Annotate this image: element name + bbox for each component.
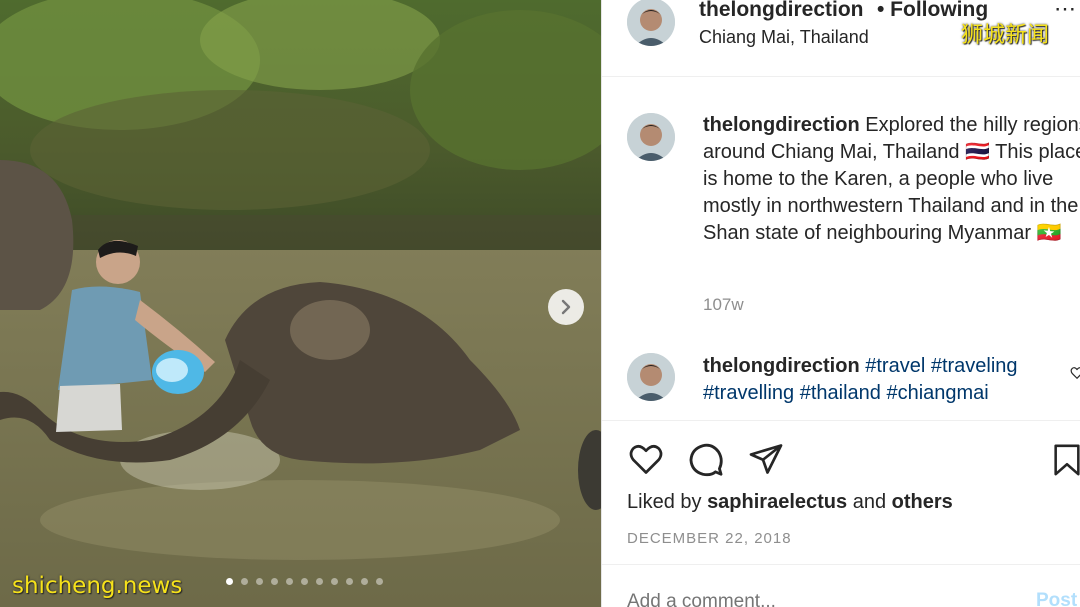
watermark-left: shicheng.news (12, 573, 183, 599)
carousel-dot (241, 578, 248, 585)
post-button[interactable]: Post (1036, 590, 1077, 607)
post-date[interactable]: DECEMBER 22, 2018 (627, 530, 792, 547)
carousel-dot (286, 578, 293, 585)
chevron-right-icon (558, 299, 574, 315)
carousel-dot (376, 578, 383, 585)
avatar[interactable] (627, 353, 675, 401)
carousel-dot (271, 578, 278, 585)
likes-prefix: Liked by (627, 491, 702, 513)
header-username[interactable]: thelongdirection (699, 0, 864, 22)
paper-plane-icon[interactable] (747, 441, 785, 482)
likes-others-link[interactable]: others (892, 491, 953, 513)
comment-text-block: thelongdirection #travel #traveling #tra… (703, 353, 1080, 407)
caption-text-block: thelongdirection Explored the hilly regi… (703, 112, 1080, 247)
carousel-dot (361, 578, 368, 585)
carousel-indicator (226, 578, 383, 585)
avatar[interactable] (627, 0, 675, 46)
comment-icon[interactable] (687, 441, 725, 484)
ellipsis-icon[interactable]: ⋯ (1054, 0, 1076, 22)
heart-icon[interactable] (1070, 366, 1080, 385)
likes-user-link[interactable]: saphiraelectus (707, 491, 847, 513)
carousel-dot (226, 578, 233, 585)
heart-icon[interactable] (627, 441, 665, 482)
location-link[interactable]: Chiang Mai, Thailand (699, 27, 869, 48)
post-actions: Liked by saphiraelectus and others DECEM… (602, 420, 1080, 607)
caption-username[interactable]: thelongdirection (703, 114, 860, 136)
bookmark-icon[interactable] (1050, 441, 1080, 484)
carousel-dot (301, 578, 308, 585)
likes-joiner: and (852, 491, 887, 513)
carousel-dot (316, 578, 323, 585)
carousel-next-button[interactable] (548, 289, 584, 325)
add-comment-row: Post (602, 564, 1080, 607)
comment-input[interactable] (627, 591, 987, 607)
avatar[interactable] (627, 113, 675, 161)
carousel-dot (331, 578, 338, 585)
likes-summary: Liked by saphiraelectus and others (627, 491, 953, 514)
comment-username[interactable]: thelongdirection (703, 355, 860, 377)
elephant-river-photo (0, 0, 601, 607)
watermark-right: 狮城新闻 (961, 23, 1050, 48)
post-photo[interactable]: shicheng.news (0, 0, 601, 607)
carousel-dot (346, 578, 353, 585)
comments-list[interactable]: thelongdirection Explored the hilly regi… (602, 76, 1080, 416)
carousel-dot (256, 578, 263, 585)
post-panel: thelongdirection • Following Chiang Mai,… (601, 0, 1080, 607)
caption-age[interactable]: 107w (703, 295, 744, 315)
